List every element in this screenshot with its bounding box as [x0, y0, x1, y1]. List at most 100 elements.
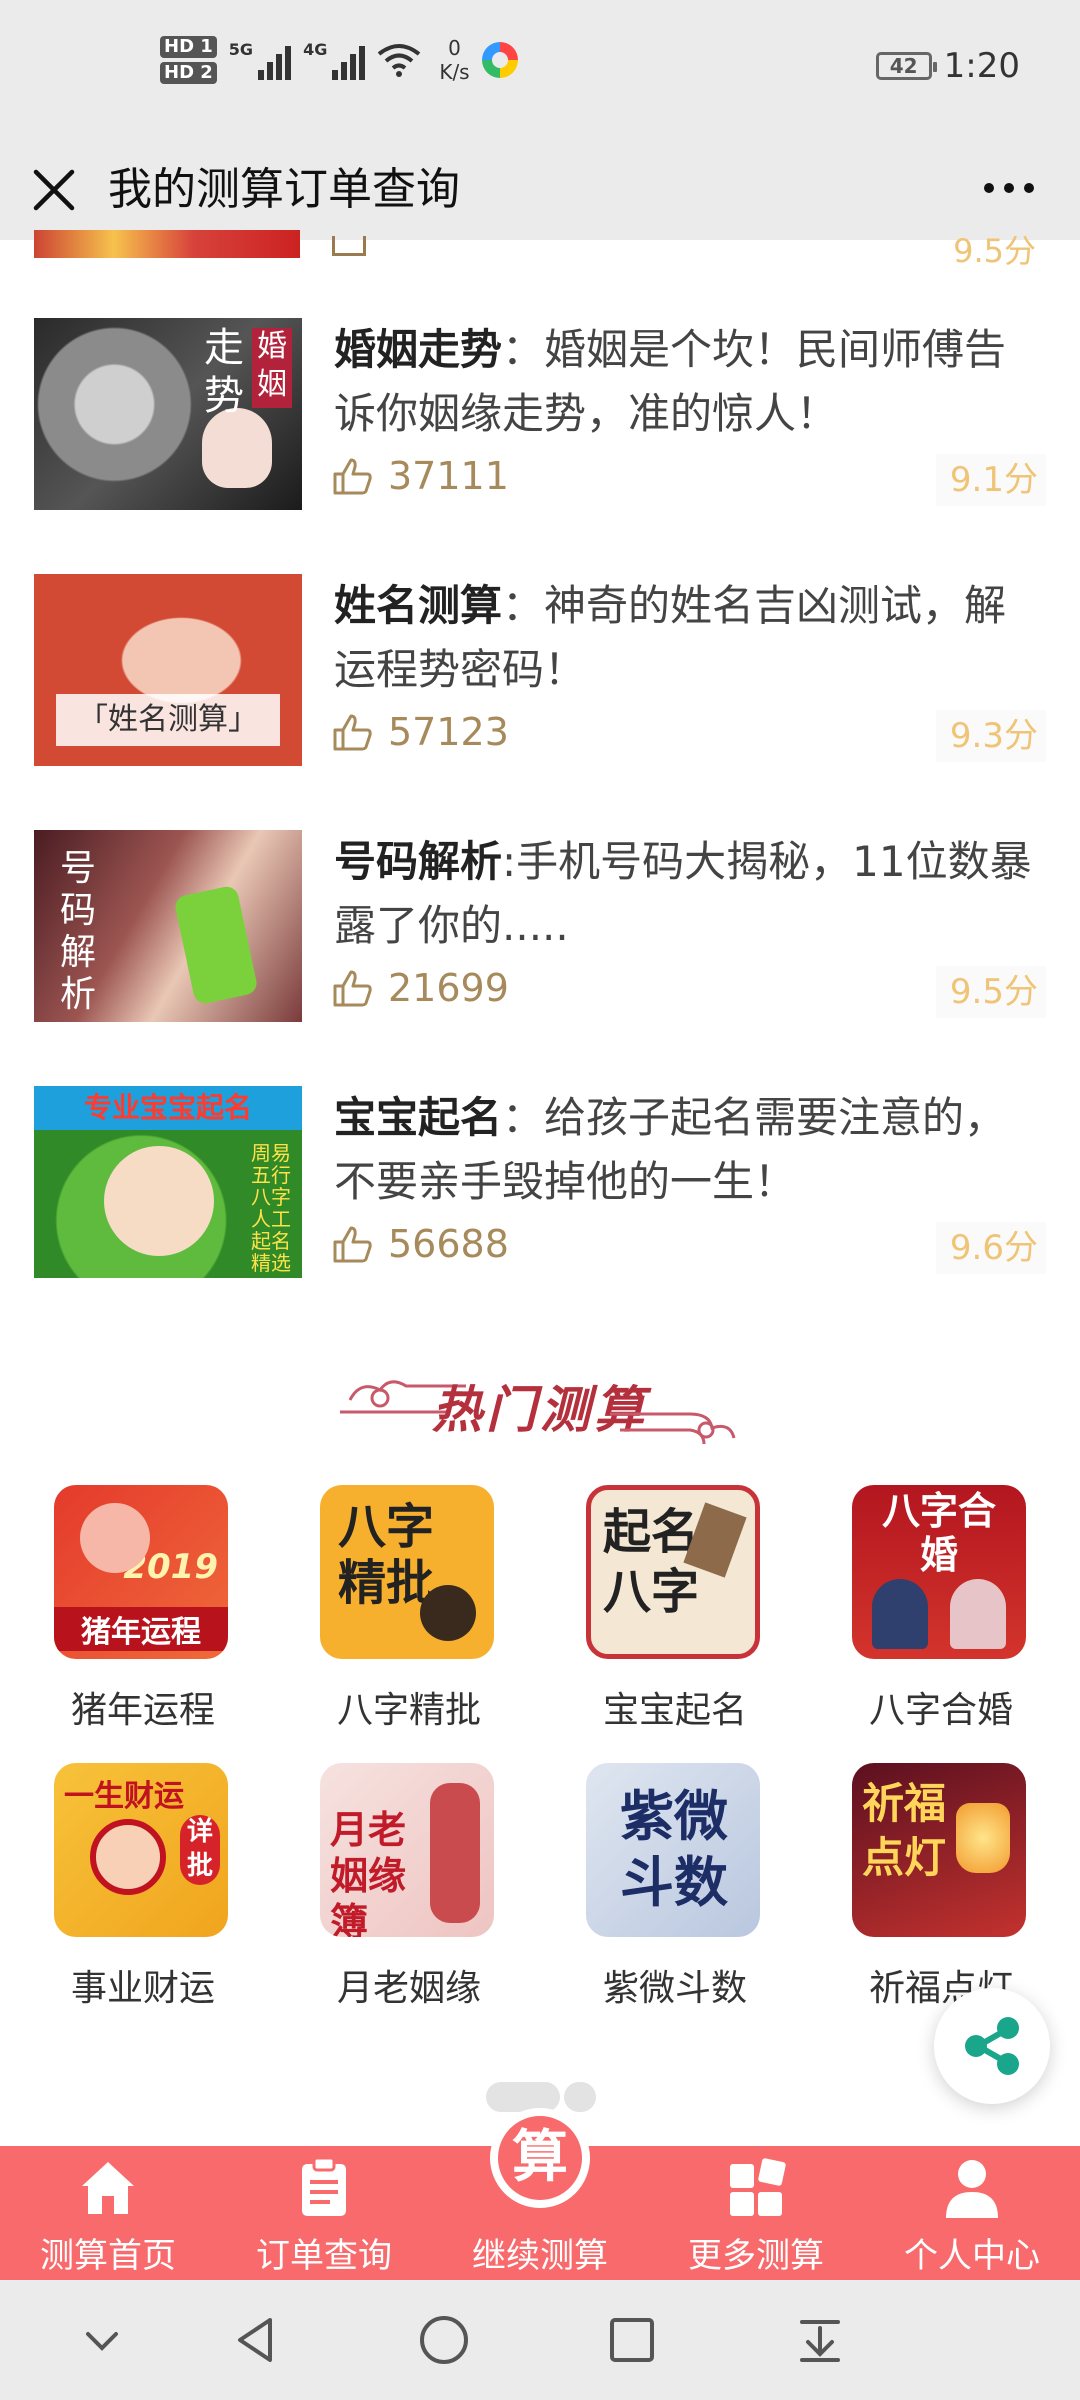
status-left: HD 1 HD 2 5G 4G 0 K/s	[160, 36, 518, 84]
item-score: 9.5分	[936, 966, 1046, 1018]
grid-icon	[730, 2158, 786, 2216]
signal-5g-icon: 5G	[229, 40, 292, 80]
lantern-icon[interactable]: 祈福点灯	[852, 1763, 1026, 1937]
thumbs-up-icon	[333, 458, 372, 495]
hd2-badge: HD 2	[160, 62, 217, 84]
home-icon	[82, 2162, 134, 2214]
thumbnail-caption: 走势	[204, 325, 244, 419]
signal-4g-label: 4G	[303, 40, 328, 59]
item-title: 姓名测算	[334, 581, 503, 630]
recents-icon[interactable]	[602, 2310, 662, 2370]
net-speed-unit: K/s	[439, 60, 470, 84]
grid-item-ziwei-doushu[interactable]: 紫微斗数 紫微斗数	[542, 1763, 808, 2033]
grid-label: 宝宝起名	[602, 1690, 747, 1731]
share-button[interactable]	[934, 1988, 1050, 2104]
grid-item-bazi-hehun[interactable]: 八字合婚 八字合婚	[808, 1485, 1074, 1755]
item-text[interactable]: 婚姻走势：婚姻是个坎！民间师傅告诉你姻缘走势，准的惊人！	[334, 318, 1040, 446]
status-bar: HD 1 HD 2 5G 4G 0 K/s 42 1:20	[0, 0, 1080, 140]
item-thumbnail[interactable]: 「姓名测算」	[34, 574, 302, 766]
list-item[interactable]: 专业宝宝起名 周易五行八字人工起名精选 宝宝起名：给孩子起名需要注意的，不要亲手…	[0, 1086, 1080, 1286]
grid-item-baobao-qiming[interactable]: 起名八字 宝宝起名	[542, 1485, 808, 1755]
likes: 56688	[332, 1222, 509, 1266]
thumbs-up-icon	[333, 714, 372, 751]
page-indicator-active	[486, 2082, 560, 2112]
icon-badge: 详批	[180, 1815, 220, 1885]
likes: 37111	[332, 454, 509, 498]
system-nav-bar	[0, 2280, 1080, 2400]
thumbs-up-icon	[333, 970, 372, 1007]
notification-pulldown-icon[interactable]	[790, 2310, 850, 2370]
net-speed-value: 0	[448, 36, 461, 60]
partial-like-icon	[332, 236, 366, 256]
qiming-icon[interactable]: 起名八字	[586, 1485, 760, 1659]
grid-item-shiye-caiyun[interactable]: 一生财运 详批 事业财运	[10, 1763, 276, 2033]
page-title: 我的测算订单查询	[108, 164, 460, 215]
caiyun-icon[interactable]: 一生财运 详批	[54, 1763, 228, 1937]
thumbnail-figure	[202, 408, 272, 488]
grid-label: 月老姻缘	[336, 1968, 481, 2009]
tab-orders[interactable]: 订单查询	[216, 2146, 432, 2280]
section-title: 热门测算	[432, 1380, 648, 1439]
grid-label: 猪年运程	[70, 1690, 215, 1731]
item-text[interactable]: 宝宝起名：给孩子起名需要注意的，不要亲手毁掉他的一生！	[334, 1086, 1040, 1214]
hehun-icon[interactable]: 八字合婚	[852, 1485, 1026, 1659]
thumbnail-figure	[104, 1146, 214, 1256]
battery-level: 42	[889, 54, 918, 78]
net-speed: 0 K/s	[439, 36, 469, 84]
thumbs-up-icon	[333, 1226, 372, 1263]
pig-year-icon[interactable]: 2019 猪年运程	[54, 1485, 228, 1659]
grid-label: 八字合婚	[868, 1690, 1013, 1731]
tab-continue[interactable]: 算 继续测算	[432, 2108, 648, 2280]
thumbnail-caption: 专业宝宝起名	[34, 1086, 302, 1130]
chevron-down-icon[interactable]	[72, 2310, 132, 2370]
thumbnail-caption: 婚姻	[252, 328, 292, 408]
signal-4g-icon: 4G	[303, 40, 366, 80]
tab-label: 订单查询	[256, 2236, 392, 2276]
yuelao-icon[interactable]: 月老姻缘簿	[320, 1763, 494, 1937]
item-text[interactable]: 号码解析:手机号码大揭秘，11位数暴露了你的.....	[334, 830, 1040, 958]
app-notification-icon	[481, 42, 518, 78]
icon-caption: 猪年运程	[54, 1607, 228, 1651]
item-thumbnail[interactable]: 专业宝宝起名 周易五行八字人工起名精选	[34, 1086, 302, 1278]
item-separator: :	[502, 837, 517, 886]
item-text[interactable]: 姓名测算：神奇的姓名吉凶测试，解运程势密码！	[334, 574, 1040, 702]
partial-thumbnail[interactable]	[34, 230, 300, 258]
thumbnail-phone	[173, 884, 259, 1006]
home-circle-icon[interactable]	[414, 2310, 474, 2370]
bottom-tab-bar: 测算首页 订单查询 算 继续测算 更多测算 个人中心	[0, 2108, 1080, 2280]
thumbnail-caption: 周易五行八字人工起名精选	[251, 1141, 291, 1275]
bazi-jingpi-icon[interactable]: 八字精批	[320, 1485, 494, 1659]
grid-item-zhunian[interactable]: 2019 猪年运程 猪年运程	[10, 1485, 276, 1755]
more-icon[interactable]	[974, 162, 1044, 218]
cloud-ornament-icon	[610, 1412, 736, 1445]
tab-label: 更多测算	[688, 2236, 824, 2276]
grid-item-yuelao-yinyuan[interactable]: 月老姻缘簿 月老姻缘	[276, 1763, 542, 2033]
tab-profile[interactable]: 个人中心	[864, 2146, 1080, 2280]
item-thumbnail[interactable]: 婚姻 走势	[34, 318, 302, 510]
ziwei-icon[interactable]: 紫微斗数	[586, 1763, 760, 1937]
item-title: 婚姻走势	[334, 325, 503, 374]
back-icon[interactable]	[226, 2310, 286, 2370]
tab-label: 继续测算	[472, 2236, 608, 2276]
list-item[interactable]: 号码解析 号码解析:手机号码大揭秘，11位数暴露了你的..... 21699 9…	[0, 830, 1080, 1030]
clipboard-icon	[302, 2156, 346, 2216]
list-item[interactable]: 婚姻 走势 婚姻走势：婚姻是个坎！民间师傅告诉你姻缘走势，准的惊人！ 37111…	[0, 318, 1080, 518]
tab-label: 测算首页	[40, 2236, 176, 2276]
close-icon[interactable]	[28, 164, 80, 216]
thumbnail-caption: 号码解析	[59, 848, 96, 1015]
item-separator: ：	[502, 325, 545, 374]
tab-more[interactable]: 更多测算	[648, 2146, 864, 2280]
hd1-badge: HD 1	[160, 36, 217, 58]
item-thumbnail[interactable]: 号码解析	[34, 830, 302, 1022]
clock: 1:20	[943, 46, 1020, 86]
grid-label: 紫微斗数	[602, 1968, 747, 2009]
grid-item-bazi-jingpi[interactable]: 八字精批 八字精批	[276, 1485, 542, 1755]
app-header: 我的测算订单查询	[0, 140, 1080, 240]
tab-home[interactable]: 测算首页	[0, 2146, 216, 2280]
suan-badge-icon: 算	[490, 2108, 590, 2208]
list-item[interactable]: 「姓名测算」 姓名测算：神奇的姓名吉凶测试，解运程势密码！ 57123 9.3分	[0, 574, 1080, 774]
battery-icon: 42	[875, 52, 937, 80]
item-score: 9.3分	[936, 710, 1046, 762]
thumbnail-caption: 「姓名测算」	[56, 694, 280, 746]
icon-caption: 紫微斗数	[620, 1784, 728, 1914]
